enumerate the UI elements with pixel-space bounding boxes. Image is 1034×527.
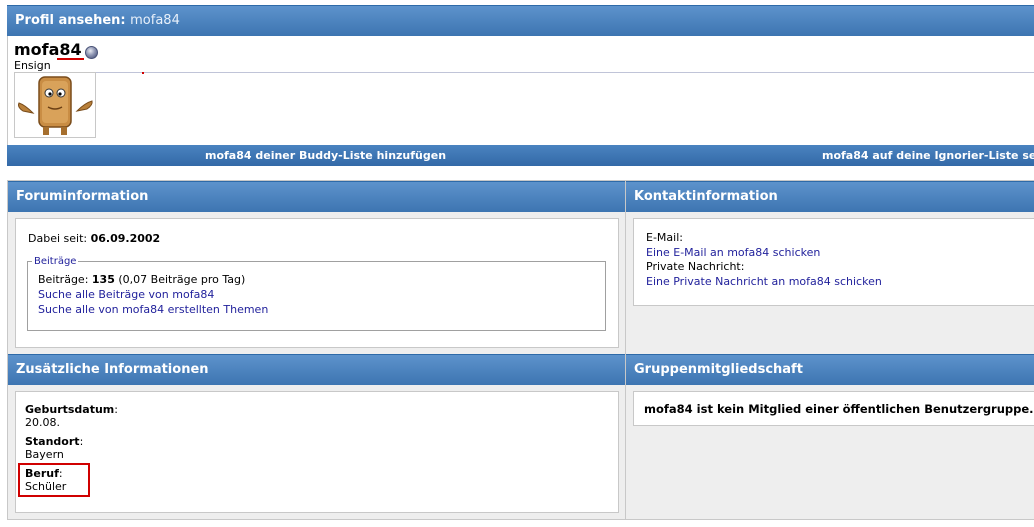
forum-info-header: Foruminformation [8, 181, 625, 212]
additional-info-header: Zusätzliche Informationen [8, 354, 625, 385]
posts-fieldset: Beiträge Beiträge: 135 (0,07 Beiträge pr… [27, 256, 606, 331]
profile-action-bar: mofa84 deiner Buddy-Liste hinzufügen mof… [7, 145, 1034, 166]
birthday-label: Geburtsdatum [25, 403, 115, 416]
profile-divider [96, 72, 1034, 73]
offline-status-icon [85, 45, 99, 59]
pm-label: Private Nachricht: [646, 260, 745, 273]
posts-legend: Beiträge [34, 256, 77, 267]
avatar [14, 72, 96, 138]
groups-message: mofa84 ist kein Mitglied einer öffentlic… [644, 402, 1034, 416]
birthday-field: Geburtsdatum: 20.08. [25, 403, 118, 429]
send-email-link[interactable]: Eine E-Mail an mofa84 schicken [646, 246, 820, 259]
search-posts-link[interactable]: Suche alle Beiträge von mofa84 [38, 288, 214, 301]
location-field: Standort: Bayern [25, 435, 84, 461]
groups-panel: mofa84 ist kein Mitglied einer öffentlic… [633, 391, 1034, 426]
search-threads-link[interactable]: Suche alle von mofa84 erstellten Themen [38, 303, 268, 316]
location-value: Bayern [25, 448, 64, 461]
profile-name-row: mofa84 [14, 40, 99, 59]
joined-row: Dabei seit: 06.09.2002 [28, 232, 160, 245]
location-label: Standort [25, 435, 80, 448]
profile-username: mofa84 [14, 40, 82, 59]
profile-header: Profil ansehen: mofa84 [7, 5, 1034, 36]
posts-per-day: (0,07 Beiträge pro Tag) [118, 273, 246, 286]
add-ignore-link[interactable]: mofa84 auf deine Ignorier-Liste setze [822, 149, 1034, 162]
posts-label: Beiträge: [38, 273, 89, 286]
add-buddy-link[interactable]: mofa84 deiner Buddy-Liste hinzufügen [205, 149, 446, 162]
birthday-value: 20.08. [25, 416, 60, 429]
red-dot-mark [142, 72, 144, 74]
profile-header-title: Profil ansehen [15, 13, 121, 28]
joined-value: 06.09.2002 [90, 232, 161, 245]
contact-info-content: E-Mail: Eine E-Mail an mofa84 schicken P… [646, 231, 882, 289]
groups-header: Gruppenmitgliedschaft [626, 354, 1034, 385]
profile-rank: Ensign [14, 59, 51, 72]
profile-summary [7, 36, 1034, 145]
joined-label: Dabei seit: [28, 232, 88, 245]
job-highlight-box [18, 463, 90, 497]
profile-header-username: mofa84 [130, 13, 180, 28]
posts-count-row: Beiträge: 135 (0,07 Beiträge pro Tag) [38, 273, 595, 286]
email-label: E-Mail: [646, 231, 683, 244]
send-pm-link[interactable]: Eine Private Nachricht an mofa84 schicke… [646, 275, 882, 288]
username-highlight-underline [57, 58, 84, 60]
posts-value: 135 [91, 273, 115, 286]
contact-info-header: Kontaktinformation [626, 181, 1034, 212]
toast-character-avatar-icon [18, 76, 93, 135]
